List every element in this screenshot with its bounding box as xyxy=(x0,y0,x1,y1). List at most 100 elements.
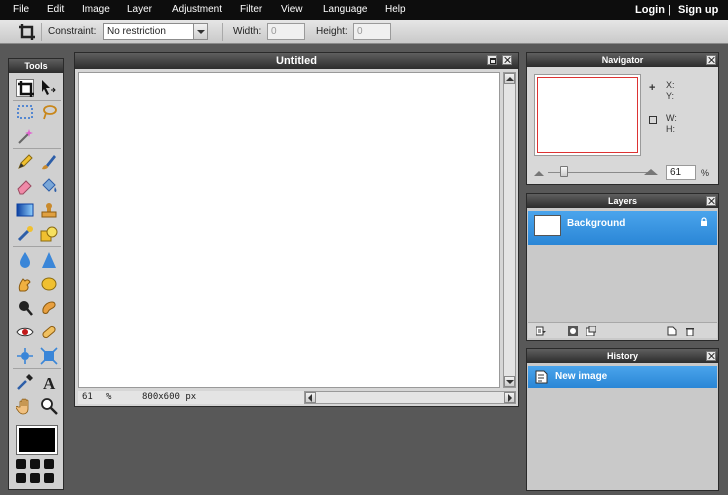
w-label: W: xyxy=(666,113,677,123)
tools-divider xyxy=(13,246,61,247)
move-tool[interactable] xyxy=(40,79,58,97)
marquee-tool[interactable] xyxy=(16,103,34,121)
layer-style-icon[interactable] xyxy=(586,326,596,336)
close-icon[interactable] xyxy=(706,351,716,361)
gradient-icon xyxy=(16,203,34,217)
tools-divider xyxy=(13,368,61,369)
zoom-percent[interactable]: 61 xyxy=(82,391,93,404)
menu-adjustment[interactable]: Adjustment xyxy=(172,4,222,15)
menu-file[interactable]: File xyxy=(13,4,29,15)
new-layer-icon[interactable] xyxy=(667,326,677,336)
brush-tool[interactable] xyxy=(40,153,58,171)
spot-heal-icon xyxy=(42,325,56,339)
menu-view[interactable]: View xyxy=(281,4,303,15)
close-icon[interactable] xyxy=(706,196,716,206)
close-icon[interactable] xyxy=(706,55,716,65)
vertical-scrollbar[interactable] xyxy=(503,72,516,388)
foreground-color-swatch[interactable] xyxy=(16,425,58,455)
menu-image[interactable]: Image xyxy=(82,4,110,15)
palette-dot[interactable] xyxy=(30,473,40,483)
fill-tool[interactable] xyxy=(40,177,58,195)
magic-wand-tool[interactable] xyxy=(16,127,34,145)
signup-link[interactable]: Sign up xyxy=(678,4,718,16)
lasso-icon xyxy=(43,105,57,120)
zoom-slider-handle[interactable] xyxy=(560,166,568,177)
bloat-tool[interactable] xyxy=(16,347,34,365)
history-item[interactable]: New image xyxy=(528,366,717,388)
scroll-down-icon[interactable] xyxy=(504,376,515,387)
color-replace-tool[interactable] xyxy=(16,225,34,243)
brush-icon xyxy=(42,155,56,170)
zoom-input[interactable]: 61 xyxy=(666,165,696,180)
burn-tool[interactable] xyxy=(40,299,58,317)
height-label: Height: xyxy=(316,26,348,37)
sharpen-tool[interactable] xyxy=(40,251,58,269)
scroll-right-icon[interactable] xyxy=(504,392,515,403)
lasso-tool[interactable] xyxy=(40,103,58,121)
crop-icon xyxy=(18,23,36,41)
crosshair-icon: + xyxy=(649,82,656,94)
width-input[interactable]: 0 xyxy=(267,23,305,40)
blur-icon xyxy=(20,252,30,268)
document-status-bar: 61 % 800x600 px xyxy=(78,391,516,404)
palette-dot[interactable] xyxy=(44,473,54,483)
gradient-tool[interactable] xyxy=(16,201,34,219)
width-value: 0 xyxy=(271,26,277,37)
palette-dot[interactable] xyxy=(30,459,40,469)
clone-stamp-tool[interactable] xyxy=(40,201,58,219)
constraint-select[interactable]: No restriction xyxy=(103,23,208,40)
scroll-up-icon[interactable] xyxy=(504,73,515,84)
scroll-left-icon[interactable] xyxy=(305,392,316,403)
layer-settings-icon[interactable] xyxy=(536,326,546,336)
smudge-icon xyxy=(18,278,31,292)
document-window: Untitled 61 % 800x600 px xyxy=(74,52,519,407)
menu-edit[interactable]: Edit xyxy=(47,4,64,15)
y-label: Y: xyxy=(666,91,675,101)
layers-panel: Layers Background xyxy=(526,193,719,341)
canvas[interactable] xyxy=(78,72,500,388)
close-icon[interactable] xyxy=(502,55,512,65)
navigator-thumbnail[interactable] xyxy=(534,74,641,156)
height-input[interactable]: 0 xyxy=(353,23,391,40)
shape-tool[interactable] xyxy=(40,225,58,243)
zoom-input-unit: % xyxy=(701,168,710,178)
horizontal-scrollbar[interactable] xyxy=(304,391,516,404)
dodge-tool[interactable] xyxy=(16,299,34,317)
eraser-tool[interactable] xyxy=(16,177,34,195)
pinch-tool[interactable] xyxy=(40,347,58,365)
trash-icon[interactable] xyxy=(685,326,695,336)
redeye-icon xyxy=(16,327,34,337)
crop-tool[interactable] xyxy=(16,79,34,97)
menu-help[interactable]: Help xyxy=(385,4,406,15)
menu-filter[interactable]: Filter xyxy=(240,4,262,15)
menu-layer[interactable]: Layer xyxy=(127,4,152,15)
layer-row[interactable]: Background xyxy=(528,211,717,245)
palette-dot[interactable] xyxy=(16,473,26,483)
type-tool[interactable]: A xyxy=(40,373,58,391)
options-divider xyxy=(41,23,42,41)
move-icon xyxy=(42,80,56,95)
sponge-tool[interactable] xyxy=(40,275,58,293)
maximize-icon[interactable] xyxy=(487,55,497,65)
document-title: Untitled xyxy=(75,53,518,69)
login-link[interactable]: Login xyxy=(635,4,665,16)
red-eye-tool[interactable] xyxy=(16,323,34,341)
navigator-view-frame[interactable] xyxy=(537,77,638,153)
zoom-tool[interactable] xyxy=(40,397,58,415)
burn-icon xyxy=(42,301,56,314)
constraint-value: No restriction xyxy=(107,26,166,37)
palette-dot[interactable] xyxy=(16,459,26,469)
smudge-tool[interactable] xyxy=(16,275,34,293)
spot-heal-tool[interactable] xyxy=(40,323,58,341)
menu-language[interactable]: Language xyxy=(323,4,368,15)
blur-tool[interactable] xyxy=(16,251,34,269)
zoom-in-icon[interactable] xyxy=(644,166,658,175)
layer-mask-icon[interactable] xyxy=(568,326,578,336)
pencil-tool[interactable] xyxy=(16,153,34,171)
palette-dot[interactable] xyxy=(44,459,54,469)
zoom-out-icon[interactable] xyxy=(534,167,544,176)
tools-panel: Tools A xyxy=(8,58,64,490)
lock-icon[interactable] xyxy=(699,217,709,227)
hand-tool[interactable] xyxy=(16,397,34,415)
eyedropper-tool[interactable] xyxy=(16,373,34,391)
